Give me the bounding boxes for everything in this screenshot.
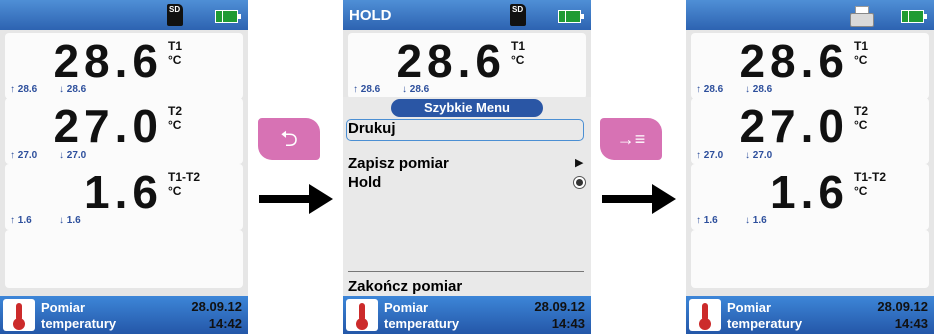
flow-arrow-icon: [259, 184, 335, 214]
program-name: Pomiar temperatury: [41, 300, 117, 331]
min-max-row: ↑ 27.0 ↓ 27.0: [696, 150, 773, 161]
max-arrow-icon: ↑: [10, 84, 15, 95]
min-max-row: ↑ 28.6 ↓ 28.6: [10, 84, 87, 95]
status-bar: [686, 0, 934, 30]
measurement-label: T1 °C: [511, 39, 526, 67]
battery-icon: [215, 10, 241, 23]
measurement-value: 1.6: [770, 166, 849, 218]
measurement-value: 28.6: [53, 35, 163, 87]
min-arrow-icon: ↓: [745, 84, 750, 95]
menu-divider: [348, 271, 584, 272]
date-time: 28.09.12 14:42: [191, 299, 242, 331]
thermometer-icon[interactable]: [689, 299, 721, 331]
screen-menu: HOLD SD 28.6 T1 °C ↑ 28.6 ↓ 28.6 Szybkie …: [343, 0, 591, 334]
menu-item-save[interactable]: Zapisz pomiar: [348, 155, 449, 172]
date-time: 28.09.12 14:43: [877, 299, 928, 331]
battery-icon: [901, 10, 927, 23]
flow-arrow-icon: [602, 184, 678, 214]
min-arrow-icon: ↓: [402, 84, 407, 95]
empty-slot: [5, 230, 243, 288]
max-arrow-icon: ↑: [10, 150, 15, 161]
max-arrow-icon: ↑: [696, 84, 701, 95]
menu-item-print[interactable]: Drukuj: [348, 120, 396, 137]
menu-item-hold[interactable]: Hold: [348, 174, 381, 191]
measurement-value: 27.0: [739, 100, 849, 152]
submenu-arrow-icon: ▶: [575, 157, 584, 169]
back-key[interactable]: ⮌: [258, 118, 320, 160]
bottom-bar: Pomiar temperatury 28.09.12 14:43: [686, 296, 934, 334]
measurement-value: 28.6: [396, 35, 506, 87]
measurement-label: T2 °C: [168, 104, 183, 132]
min-max-row: ↑ 28.6 ↓ 28.6: [696, 84, 773, 95]
min-arrow-icon: ↓: [59, 84, 64, 95]
program-name: Pomiar temperatury: [384, 300, 460, 331]
measurement-label: T1 °C: [168, 39, 183, 67]
measurement-value: 28.6: [739, 35, 849, 87]
screen-before: SD 28.6 T1 °C ↑ 28.6 ↓ 28.6 27.0 T2 °C ↑ 2…: [0, 0, 248, 334]
min-max-row: ↑ 27.0 ↓ 27.0: [10, 150, 87, 161]
measurement-label: T1 °C: [854, 39, 869, 67]
min-arrow-icon: ↓: [59, 215, 64, 226]
next-key[interactable]: →≡: [600, 118, 662, 160]
measurement-label: T1-T2 °C: [168, 170, 201, 198]
max-arrow-icon: ↑: [353, 84, 358, 95]
max-arrow-icon: ↑: [696, 150, 701, 161]
sd-card-icon: SD: [167, 4, 183, 26]
min-arrow-icon: ↓: [745, 215, 750, 226]
menu-item-end[interactable]: Zakończ pomiar: [348, 278, 462, 295]
measurement-label: T1-T2 °C: [854, 170, 887, 198]
bottom-bar: Pomiar temperatury 28.09.12 14:42: [0, 296, 248, 334]
date-time: 28.09.12 14:43: [534, 299, 585, 331]
min-max-row: ↑ 28.6 ↓ 28.6: [353, 84, 430, 95]
min-arrow-icon: ↓: [745, 150, 750, 161]
measurement-value: 27.0: [53, 100, 163, 152]
hold-radio-icon[interactable]: [573, 176, 586, 189]
thermometer-icon[interactable]: [346, 299, 378, 331]
hold-title: HOLD: [349, 7, 392, 24]
min-arrow-icon: ↓: [59, 150, 64, 161]
printer-icon: [850, 6, 874, 27]
quick-menu-title: Szybkie Menu: [391, 99, 543, 117]
thermometer-icon[interactable]: [3, 299, 35, 331]
status-bar: HOLD SD: [343, 0, 591, 30]
program-name: Pomiar temperatury: [727, 300, 803, 331]
max-arrow-icon: ↑: [696, 215, 701, 226]
min-max-row: ↑ 1.6 ↓ 1.6: [10, 215, 81, 226]
measurement-label: T2 °C: [854, 104, 869, 132]
sd-card-icon: SD: [510, 4, 526, 26]
measurement-value: 1.6: [84, 166, 163, 218]
status-bar: SD: [0, 0, 248, 30]
max-arrow-icon: ↑: [10, 215, 15, 226]
battery-icon: [558, 10, 584, 23]
screen-after: 28.6 T1 °C ↑ 28.6 ↓ 28.6 27.0 T2 °C ↑ 27.0…: [686, 0, 934, 334]
bottom-bar: Pomiar temperatury 28.09.12 14:43: [343, 296, 591, 334]
min-max-row: ↑ 1.6 ↓ 1.6: [696, 215, 767, 226]
empty-slot: [691, 230, 929, 288]
